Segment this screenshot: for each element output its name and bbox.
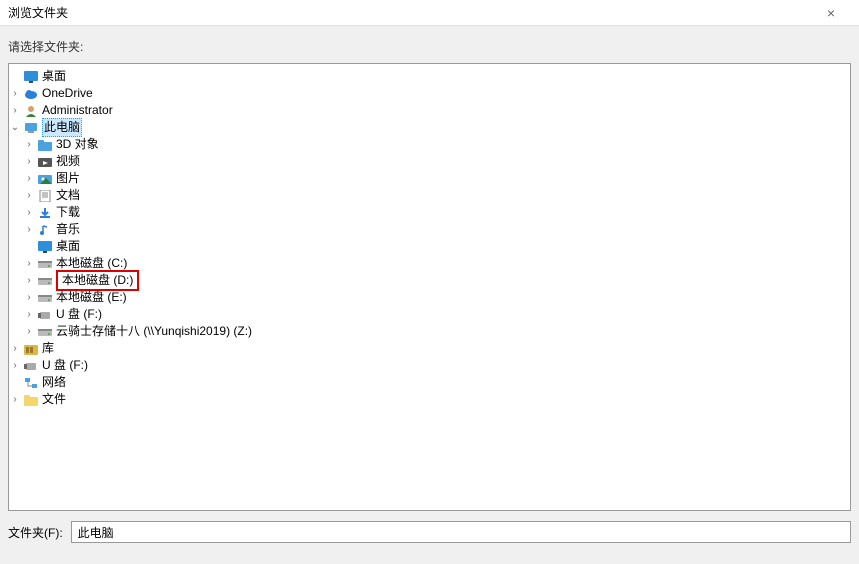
tree-node-usbf[interactable]: › U 盘 (F:): [9, 306, 850, 323]
tree-node-label[interactable]: 文件: [42, 391, 66, 408]
chevron-right-icon[interactable]: ›: [9, 357, 21, 374]
chevron-right-icon[interactable]: ›: [23, 272, 35, 289]
tree-node-label[interactable]: 云骑士存储十八 (\\Yunqishi2019) (Z:): [56, 323, 252, 340]
tree-node-music[interactable]: › 音乐: [9, 221, 850, 238]
chevron-right-icon[interactable]: ›: [23, 170, 35, 187]
window-title: 浏览文件夹: [8, 4, 811, 21]
folder-icon: [23, 393, 39, 407]
tree-node-label[interactable]: 下载: [56, 204, 80, 221]
tree-node-files[interactable]: › 文件: [9, 391, 850, 408]
chevron-right-icon[interactable]: ›: [9, 102, 21, 119]
tree-node-label[interactable]: 桌面: [42, 68, 66, 85]
tree-node-desk2[interactable]: ›桌面: [9, 238, 850, 255]
tree-node-label[interactable]: OneDrive: [42, 85, 93, 102]
chevron-right-icon[interactable]: ›: [9, 340, 21, 357]
tree-node-label[interactable]: 文档: [56, 187, 80, 204]
tree-node-drived[interactable]: › 本地磁盘 (D:): [9, 272, 850, 289]
tree-node-label[interactable]: 桌面: [56, 238, 80, 255]
pc-icon: [23, 121, 39, 135]
usb-icon: [23, 359, 39, 373]
tree-node-label[interactable]: 视频: [56, 153, 80, 170]
tree-node-thispc[interactable]: ⌄ 此电脑: [9, 119, 850, 136]
tree-node-label[interactable]: U 盘 (F:): [56, 306, 102, 323]
tree-node-pictures[interactable]: › 图片: [9, 170, 850, 187]
folder-tree[interactable]: ›桌面›OneDrive›Administrator⌄此电脑›3D 对象›视频›…: [8, 63, 851, 511]
tree-node-netz[interactable]: › 云骑士存储十八 (\\Yunqishi2019) (Z:): [9, 323, 850, 340]
tree-node-label[interactable]: 音乐: [56, 221, 80, 238]
tree-node-usbf2[interactable]: › U 盘 (F:): [9, 357, 850, 374]
folder-field-label: 文件夹(F):: [8, 524, 63, 541]
chevron-right-icon[interactable]: ›: [23, 306, 35, 323]
desktop-icon: [37, 240, 53, 254]
tree-node-desktop[interactable]: ›桌面: [9, 68, 850, 85]
usb-icon: [37, 308, 53, 322]
network-icon: [23, 376, 39, 390]
libs-icon: [23, 342, 39, 356]
tree-node-downloads[interactable]: › 下载: [9, 204, 850, 221]
tree-node-label[interactable]: U 盘 (F:): [42, 357, 88, 374]
chevron-right-icon[interactable]: ›: [23, 255, 35, 272]
chevron-right-icon[interactable]: ›: [23, 289, 35, 306]
chevron-right-icon[interactable]: ›: [23, 204, 35, 221]
tree-node-3dobj[interactable]: › 3D 对象: [9, 136, 850, 153]
chevron-right-icon[interactable]: ›: [9, 391, 21, 408]
chevron-right-icon[interactable]: ›: [23, 187, 35, 204]
close-icon[interactable]: ×: [811, 5, 851, 21]
download-icon: [37, 206, 53, 220]
chevron-down-icon[interactable]: ⌄: [9, 119, 21, 136]
tree-node-label[interactable]: 本地磁盘 (D:): [56, 270, 139, 291]
chevron-right-icon[interactable]: ›: [23, 221, 35, 238]
music-icon: [37, 223, 53, 237]
chevron-right-icon[interactable]: ›: [9, 85, 21, 102]
tree-node-label[interactable]: 图片: [56, 170, 80, 187]
tree-node-videos[interactable]: › 视频: [9, 153, 850, 170]
tree-node-libs[interactable]: ›库: [9, 340, 850, 357]
docs-icon: [37, 189, 53, 203]
chevron-right-icon[interactable]: ›: [23, 136, 35, 153]
tree-node-onedrive[interactable]: › OneDrive: [9, 85, 850, 102]
tree-node-admin[interactable]: › Administrator: [9, 102, 850, 119]
chevron-right-icon[interactable]: ›: [23, 323, 35, 340]
chevron-right-icon[interactable]: ›: [23, 153, 35, 170]
drive-icon: [37, 257, 53, 271]
tree-node-label[interactable]: 网络: [42, 374, 66, 391]
user-icon: [23, 104, 39, 118]
tree-node-label[interactable]: Administrator: [42, 102, 113, 119]
folder3d-icon: [37, 138, 53, 152]
cloud-icon: [23, 87, 39, 101]
tree-node-label[interactable]: 本地磁盘 (E:): [56, 289, 127, 306]
tree-node-network[interactable]: ›网络: [9, 374, 850, 391]
tree-node-documents[interactable]: › 文档: [9, 187, 850, 204]
titlebar: 浏览文件夹 ×: [0, 0, 859, 26]
tree-node-label[interactable]: 此电脑: [42, 118, 82, 137]
drive-icon: [37, 325, 53, 339]
tree-node-drivee[interactable]: › 本地磁盘 (E:): [9, 289, 850, 306]
drive-icon: [37, 291, 53, 305]
drive-icon: [37, 274, 53, 288]
folder-field-input[interactable]: [71, 521, 851, 543]
tree-node-label[interactable]: 库: [42, 340, 54, 357]
tree-node-label[interactable]: 3D 对象: [56, 136, 99, 153]
prompt-label: 请选择文件夹:: [0, 26, 859, 63]
desktop-icon: [23, 70, 39, 84]
video-icon: [37, 155, 53, 169]
pictures-icon: [37, 172, 53, 186]
